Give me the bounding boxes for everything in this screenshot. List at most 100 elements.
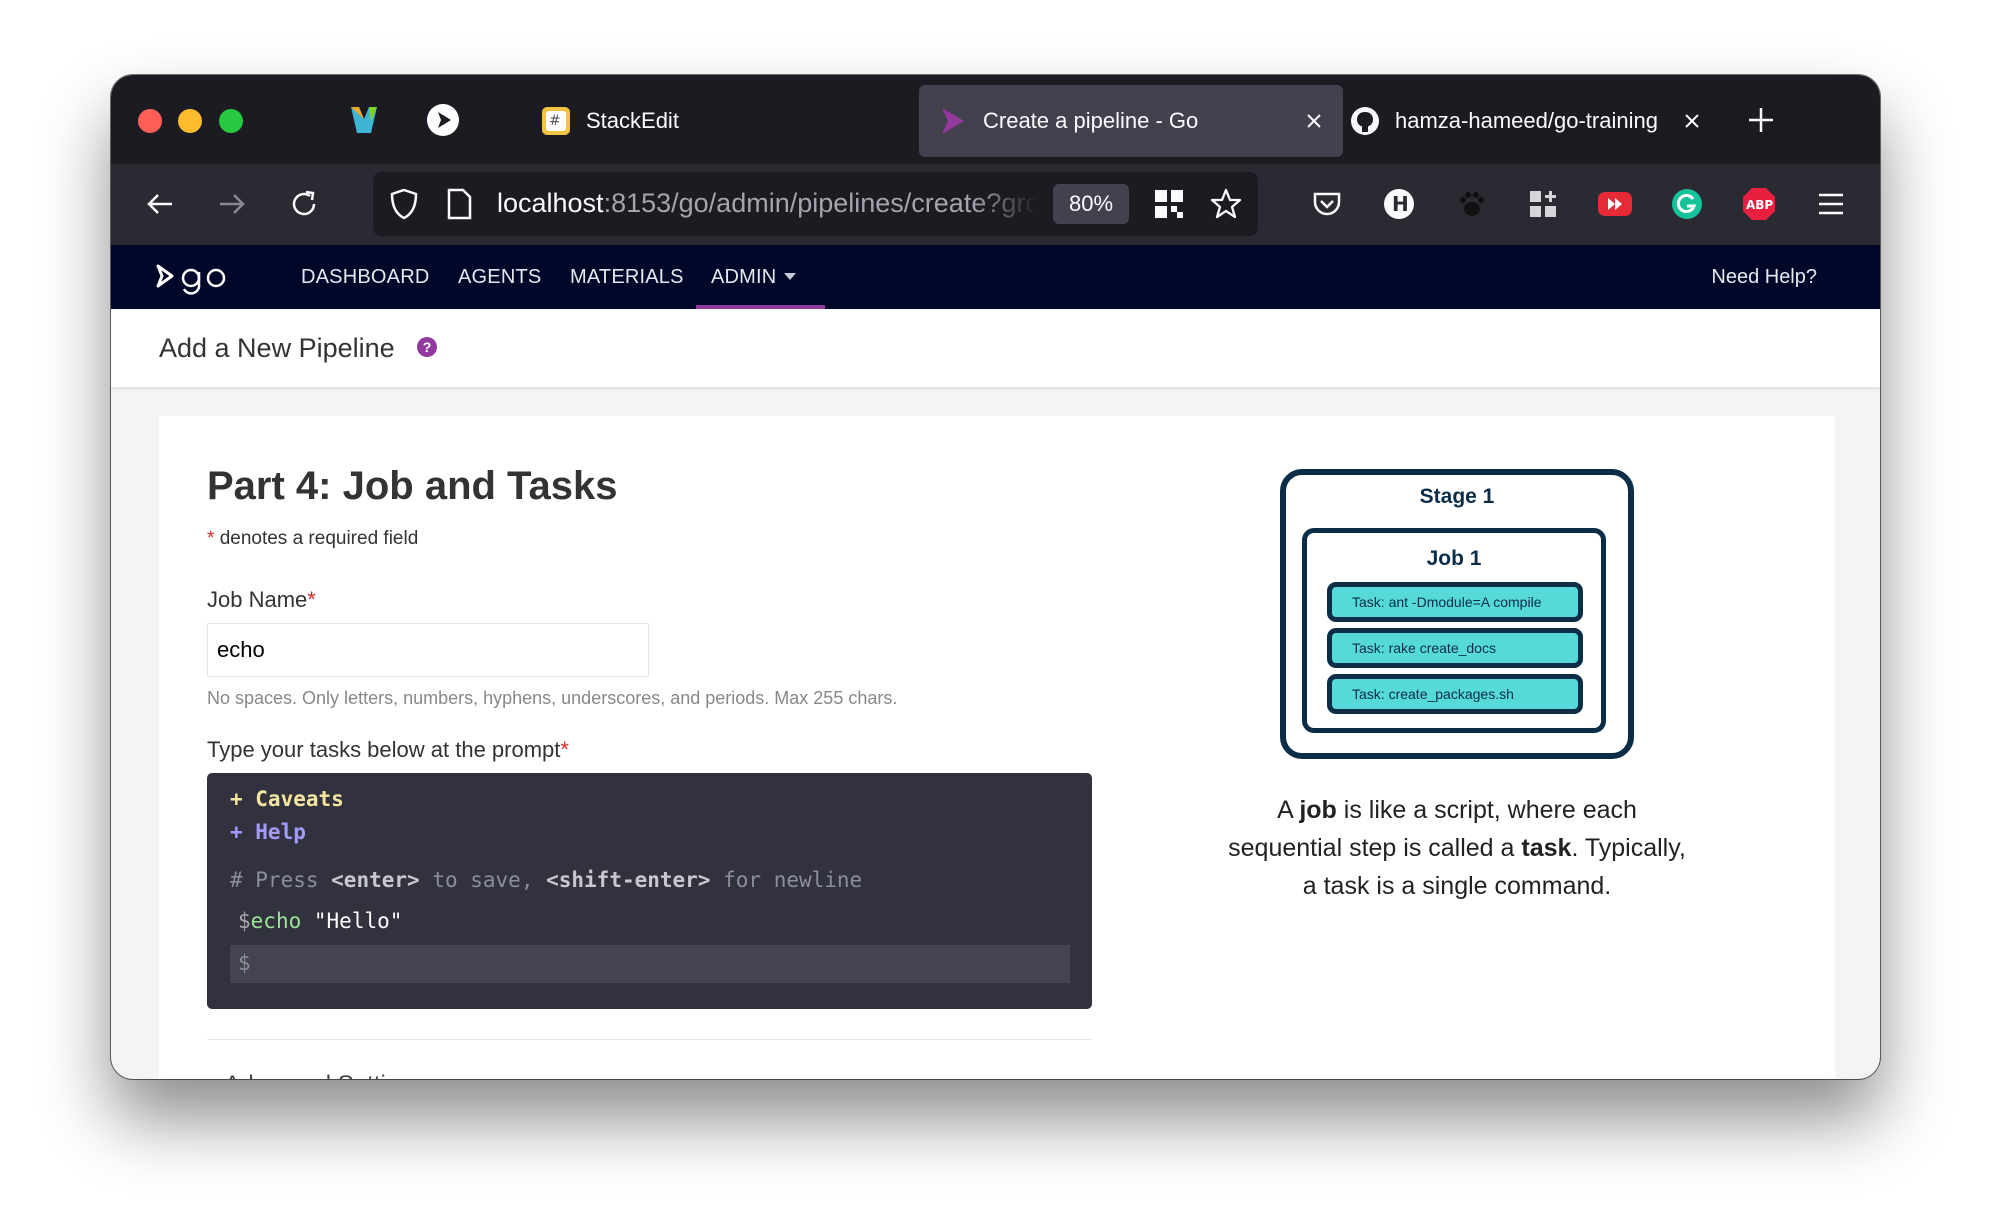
nav-agents[interactable]: AGENTS [458,266,541,289]
tab-title: StackEdit [586,108,679,133]
minimize-window-button[interactable] [178,109,202,133]
stackedit-icon: # [542,107,570,135]
explain-task-term: task [1521,834,1572,862]
section-title: Part 4: Job and Tasks [207,464,618,508]
extension-h-button[interactable]: H [1379,184,1419,224]
close-icon [1307,114,1321,128]
pocket-icon [1313,192,1341,216]
job-box: Job 1 Task: ant -Dmodule=A compile Task:… [1302,528,1606,733]
tasks-label: Type your tasks below at the prompt* [207,737,569,763]
comment-prefix: # Press [230,868,332,892]
arrow-left-icon [147,194,172,214]
svg-text:H: H [1392,192,1409,216]
back-button[interactable] [140,184,180,224]
nav-admin-label: ADMIN [711,266,777,288]
task-argument: "Hello" [313,909,403,933]
bookmark-star-icon[interactable] [1209,187,1243,221]
tab-create-pipeline[interactable]: Create a pipeline - Go [919,85,1343,157]
task-terminal[interactable]: + Caveats + Help # Press <enter> to save… [207,773,1092,1009]
explain-part-1: A [1277,796,1300,824]
navigation-toolbar: localhost:8153/go/admin/pipelines/create… [111,164,1880,245]
stage-job-task-diagram: Stage 1 Job 1 Task: ant -Dmodule=A compi… [1280,469,1634,759]
plus-icon [1749,108,1773,132]
comment-enter-key: <enter> [331,868,420,892]
help-icon[interactable]: ? [417,337,437,357]
pinned-tab-2[interactable] [424,101,462,139]
browser-window: # StackEdit Create a pipeline - Go hamza… [111,75,1880,1079]
close-icon [1685,114,1699,128]
apps-icon [1530,191,1556,217]
help-toggle[interactable]: + Help [230,820,306,844]
address-bar[interactable]: localhost:8153/go/admin/pipelines/create… [373,172,1258,236]
prompt-symbol: $ [238,951,251,975]
tab-title: hamza-hameed/go-training [1395,108,1658,133]
h-extension-icon: H [1384,189,1414,219]
tab-close-button[interactable] [1299,106,1329,136]
qr-code-icon[interactable] [1153,188,1185,220]
pipeline-form-card: Part 4: Job and Tasks * denotes a requir… [159,416,1835,1079]
task-pill: Task: rake create_docs [1327,628,1583,668]
need-help-link[interactable]: Need Help? [1711,266,1817,289]
task-command: echo [250,909,302,933]
required-star: * [307,587,316,612]
gocd-icon [942,108,964,134]
prompt-symbol: $ [238,909,251,933]
nav-admin[interactable]: ADMIN [711,266,797,289]
zoom-level-button[interactable]: 80% [1053,184,1129,224]
menu-button[interactable] [1811,184,1851,224]
required-star: * [207,528,215,549]
reload-icon [292,190,316,216]
page-header: Add a New Pipeline ? [111,309,1880,387]
job-name-label: Job Name* [207,587,316,613]
tab-github[interactable]: hamza-hameed/go-training [1331,85,1721,157]
url-text: localhost:8153/go/admin/pipelines/create… [497,188,1037,219]
required-note-text: denotes a required field [219,528,419,549]
task-pill: Task: ant -Dmodule=A compile [1327,582,1583,622]
reload-button[interactable] [284,184,324,224]
extension-paw-button[interactable] [1451,184,1491,224]
entered-task: $echo "Hello" [238,909,402,933]
extension-youtube-button[interactable] [1595,184,1635,224]
adblock-plus-icon: ABP [1743,188,1775,220]
comment-shift-key: <shift-enter> [546,868,711,892]
close-window-button[interactable] [138,109,162,133]
section-divider [207,1039,1092,1040]
tab-strip: # StackEdit Create a pipeline - Go hamza… [111,75,1880,164]
required-star: * [560,737,569,762]
svg-text:#: # [549,113,561,129]
hamburger-menu-icon [1819,193,1843,215]
forward-button[interactable] [212,184,252,224]
explain-job-term: job [1299,796,1337,824]
fast-forward-icon [1598,192,1632,216]
task-prompt-input[interactable]: $ [230,945,1070,983]
job-explanation: A job is like a script, where each seque… [1219,791,1695,905]
tab-close-button[interactable] [1677,106,1707,136]
job-name-input[interactable] [207,623,649,677]
new-tab-button[interactable] [1744,103,1778,137]
advanced-settings-toggle[interactable]: ▸ Advanced Settings [207,1070,425,1079]
url-host: localhost [497,188,604,218]
svg-text:ABP: ABP [1746,198,1773,212]
pocket-button[interactable] [1307,184,1347,224]
caveats-toggle[interactable]: + Caveats [230,787,344,811]
github-icon [1351,107,1379,135]
advanced-settings-label: Advanced Settings [224,1071,424,1079]
gocd-logo[interactable] [155,261,231,295]
pinned-tab-1[interactable] [345,101,383,139]
maximize-window-button[interactable] [219,109,243,133]
extension-apps-button[interactable] [1523,184,1563,224]
pinned-app-icon [351,107,377,133]
gocd-header: DASHBOARD AGENTS MATERIALS ADMIN Need He… [111,245,1880,309]
extension-grammarly-button[interactable] [1667,184,1707,224]
chevron-down-icon [784,273,797,280]
nav-dashboard[interactable]: DASHBOARD [301,266,430,289]
page-icon [447,188,472,220]
extension-adblock-button[interactable]: ABP [1739,184,1779,224]
stage-label: Stage 1 [1419,485,1495,508]
comment-suffix: for newline [710,868,863,892]
shield-icon [390,188,418,220]
terminal-comment: # Press <enter> to save, <shift-enter> f… [230,868,862,892]
job-name-label-text: Job Name [207,587,308,612]
url-path: :8153/go/admin/pipelines/create?group=de… [603,188,1037,218]
nav-materials[interactable]: MATERIALS [570,266,684,289]
